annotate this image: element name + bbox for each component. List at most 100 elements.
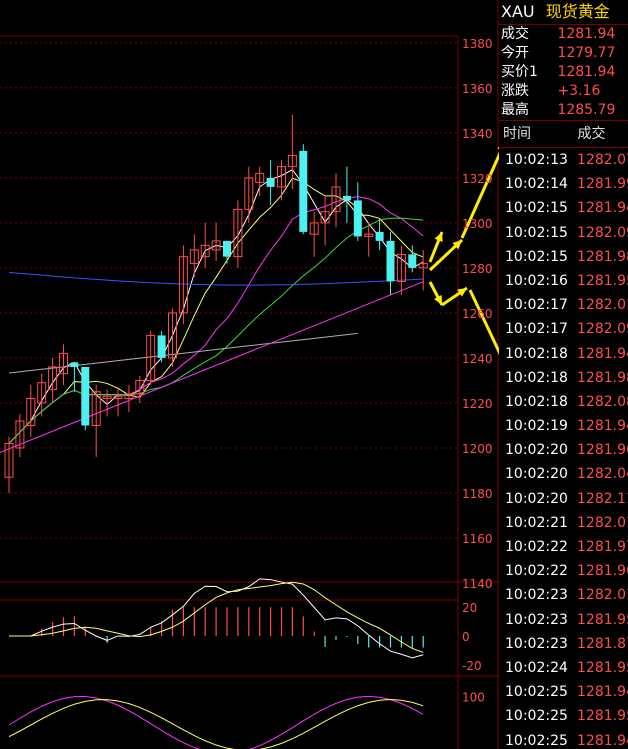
tick-time: 10:02:17 bbox=[505, 297, 568, 314]
tick-time: 10:02:15 bbox=[505, 224, 568, 241]
tick-price: 1282.09 bbox=[577, 321, 628, 338]
candle-body-down bbox=[353, 200, 362, 237]
tick-row: 10:02:18 1281.94 bbox=[499, 342, 628, 366]
tick-row: 10:02:17 1282.01 bbox=[499, 293, 628, 317]
price-tick-label: 1340 bbox=[462, 127, 493, 141]
tick-price: 1281.98 bbox=[577, 369, 628, 386]
tick-row: 10:02:14 1281.99 bbox=[499, 172, 628, 196]
tick-row: 10:02:25 1281.95 bbox=[499, 704, 628, 728]
tick-time: 10:02:25 bbox=[505, 684, 568, 701]
tick-price: 1281.95 bbox=[577, 272, 628, 289]
quote-row-open: 今开 1279.77 bbox=[499, 44, 628, 63]
price-tick-label: 1260 bbox=[462, 307, 493, 321]
quote-panel: XAU 现货黄金 成交 1281.94 今开 1279.77 买价1 1281.… bbox=[499, 0, 628, 749]
tick-time: 10:02:23 bbox=[505, 587, 568, 604]
candle-body-down bbox=[81, 366, 90, 426]
tick-list[interactable]: 10:02:13 1282.07 10:02:14 1281.99 10:02:15 12… bbox=[499, 148, 628, 749]
tick-row: 10:02:23 1281.95 bbox=[499, 608, 628, 632]
tick-time: 10:02:14 bbox=[505, 176, 568, 193]
candle-body-down bbox=[266, 177, 275, 187]
tick-price: 1281.97 bbox=[577, 539, 628, 555]
tick-price: 1282.09 bbox=[577, 224, 628, 241]
quote-row-high: 最高 1285.79 bbox=[499, 101, 628, 120]
kdj-tick-label: 100 bbox=[462, 690, 485, 704]
tick-price: 1282.07 bbox=[577, 152, 628, 168]
tick-row: 10:02:15 1281.94 bbox=[499, 196, 628, 220]
tick-price: 1282.01 bbox=[577, 297, 628, 314]
tick-row: 10:02:24 1281.95 bbox=[499, 656, 628, 680]
tick-row: 10:02:20 1282.11 bbox=[499, 487, 628, 511]
price-tick-label: 1320 bbox=[462, 172, 493, 186]
tick-time: 10:02:25 bbox=[505, 708, 568, 725]
quote-row-change: 涨跌 +3.16 bbox=[499, 82, 628, 101]
tick-time: 10:02:18 bbox=[505, 369, 568, 386]
price-tick-label: 1380 bbox=[462, 37, 493, 51]
candle-body-down bbox=[386, 240, 395, 282]
tick-time: 10:02:18 bbox=[505, 393, 568, 410]
price-axis: 1140 1160 1180 1200 1220 1240 1260 1280 1300 1320… bbox=[462, 37, 493, 591]
tick-row: 10:02:25 1281.94 bbox=[499, 680, 628, 704]
candle-body-down bbox=[70, 362, 79, 367]
col-time: 时间 bbox=[503, 126, 531, 142]
symbol-name: 现货黄金 bbox=[545, 2, 610, 21]
tick-price: 1281.95 bbox=[577, 708, 628, 725]
tick-time: 10:02:23 bbox=[505, 635, 568, 652]
price-tick-label: 1300 bbox=[462, 217, 493, 231]
price-tick-label: 1280 bbox=[462, 262, 493, 276]
tick-price: 1281.94 bbox=[577, 200, 628, 217]
tick-time: 10:02:15 bbox=[505, 200, 568, 217]
quote-label: 成交 bbox=[501, 26, 529, 42]
tick-price: 1282.01 bbox=[577, 587, 628, 604]
quote-label: 最高 bbox=[501, 102, 529, 118]
tick-price: 1282.01 bbox=[577, 514, 628, 531]
tick-time: 10:02:20 bbox=[505, 466, 568, 483]
price-tick-label: 1180 bbox=[462, 487, 493, 501]
ma-line-blue bbox=[8, 271, 424, 286]
tick-time: 10:02:25 bbox=[505, 732, 568, 749]
kdj-d-line bbox=[8, 699, 424, 749]
tick-row: 10:02:22 1281.97 bbox=[499, 535, 628, 559]
col-price: 成交 bbox=[577, 126, 606, 142]
tick-row: 10:02:19 1281.94 bbox=[499, 414, 628, 438]
quote-label: 涨跌 bbox=[501, 83, 529, 99]
tick-time: 10:02:13 bbox=[505, 152, 568, 168]
price-tick-label: 1160 bbox=[462, 532, 493, 546]
tick-price: 1281.95 bbox=[577, 659, 628, 676]
tick-price: 1281.87 bbox=[577, 635, 628, 652]
tick-time: 10:02:17 bbox=[505, 321, 568, 338]
tick-row: 10:02:22 1281.96 bbox=[499, 559, 628, 583]
tick-row: 10:02:15 1282.09 bbox=[499, 221, 628, 245]
tick-time: 10:02:16 bbox=[505, 272, 568, 289]
tick-row: 10:02:23 1282.01 bbox=[499, 583, 628, 607]
candle-body-down bbox=[408, 254, 417, 268]
candle-body-down bbox=[223, 240, 231, 257]
tick-row: 10:02:18 1282.08 bbox=[499, 390, 628, 414]
candlestick-chart[interactable]: 1140 1160 1180 1200 1220 1240 1260 1280 1300 1320… bbox=[0, 0, 499, 749]
tick-time: 10:02:22 bbox=[505, 539, 568, 555]
macd-tick-label: -20 bbox=[462, 659, 482, 673]
tick-price: 1281.94 bbox=[577, 684, 628, 701]
quote-row-bid: 买价1 1281.94 bbox=[499, 63, 628, 82]
tick-price: 1281.95 bbox=[577, 611, 628, 628]
tick-row: 10:02:13 1282.07 bbox=[499, 148, 628, 172]
tick-row: 10:02:25 1281.94 bbox=[499, 729, 628, 749]
price-tick-label: 1240 bbox=[462, 352, 493, 366]
price-tick-label: 1140 bbox=[462, 577, 493, 591]
tick-table-header: 时间 成交 bbox=[499, 121, 628, 147]
tick-price: 1281.96 bbox=[577, 442, 628, 459]
tick-price: 1282.08 bbox=[577, 393, 628, 410]
quote-label: 今开 bbox=[501, 45, 529, 61]
tick-price: 1282.04 bbox=[577, 466, 628, 483]
tick-price: 1281.94 bbox=[577, 418, 628, 435]
quote-value: 1279.77 bbox=[557, 45, 616, 61]
macd-tick-label: 0 bbox=[462, 630, 470, 644]
arrow-down-right bbox=[468, 289, 499, 356]
tick-row: 10:02:15 1281.98 bbox=[499, 245, 628, 269]
tick-price: 1282.11 bbox=[577, 490, 628, 507]
tick-price: 1281.96 bbox=[577, 563, 628, 580]
candle-body-down bbox=[375, 231, 384, 241]
quote-value: +3.16 bbox=[557, 83, 601, 99]
quote-value: 1281.94 bbox=[557, 64, 616, 80]
price-tick-label: 1200 bbox=[462, 442, 493, 456]
tick-row: 10:02:20 1281.96 bbox=[499, 438, 628, 462]
